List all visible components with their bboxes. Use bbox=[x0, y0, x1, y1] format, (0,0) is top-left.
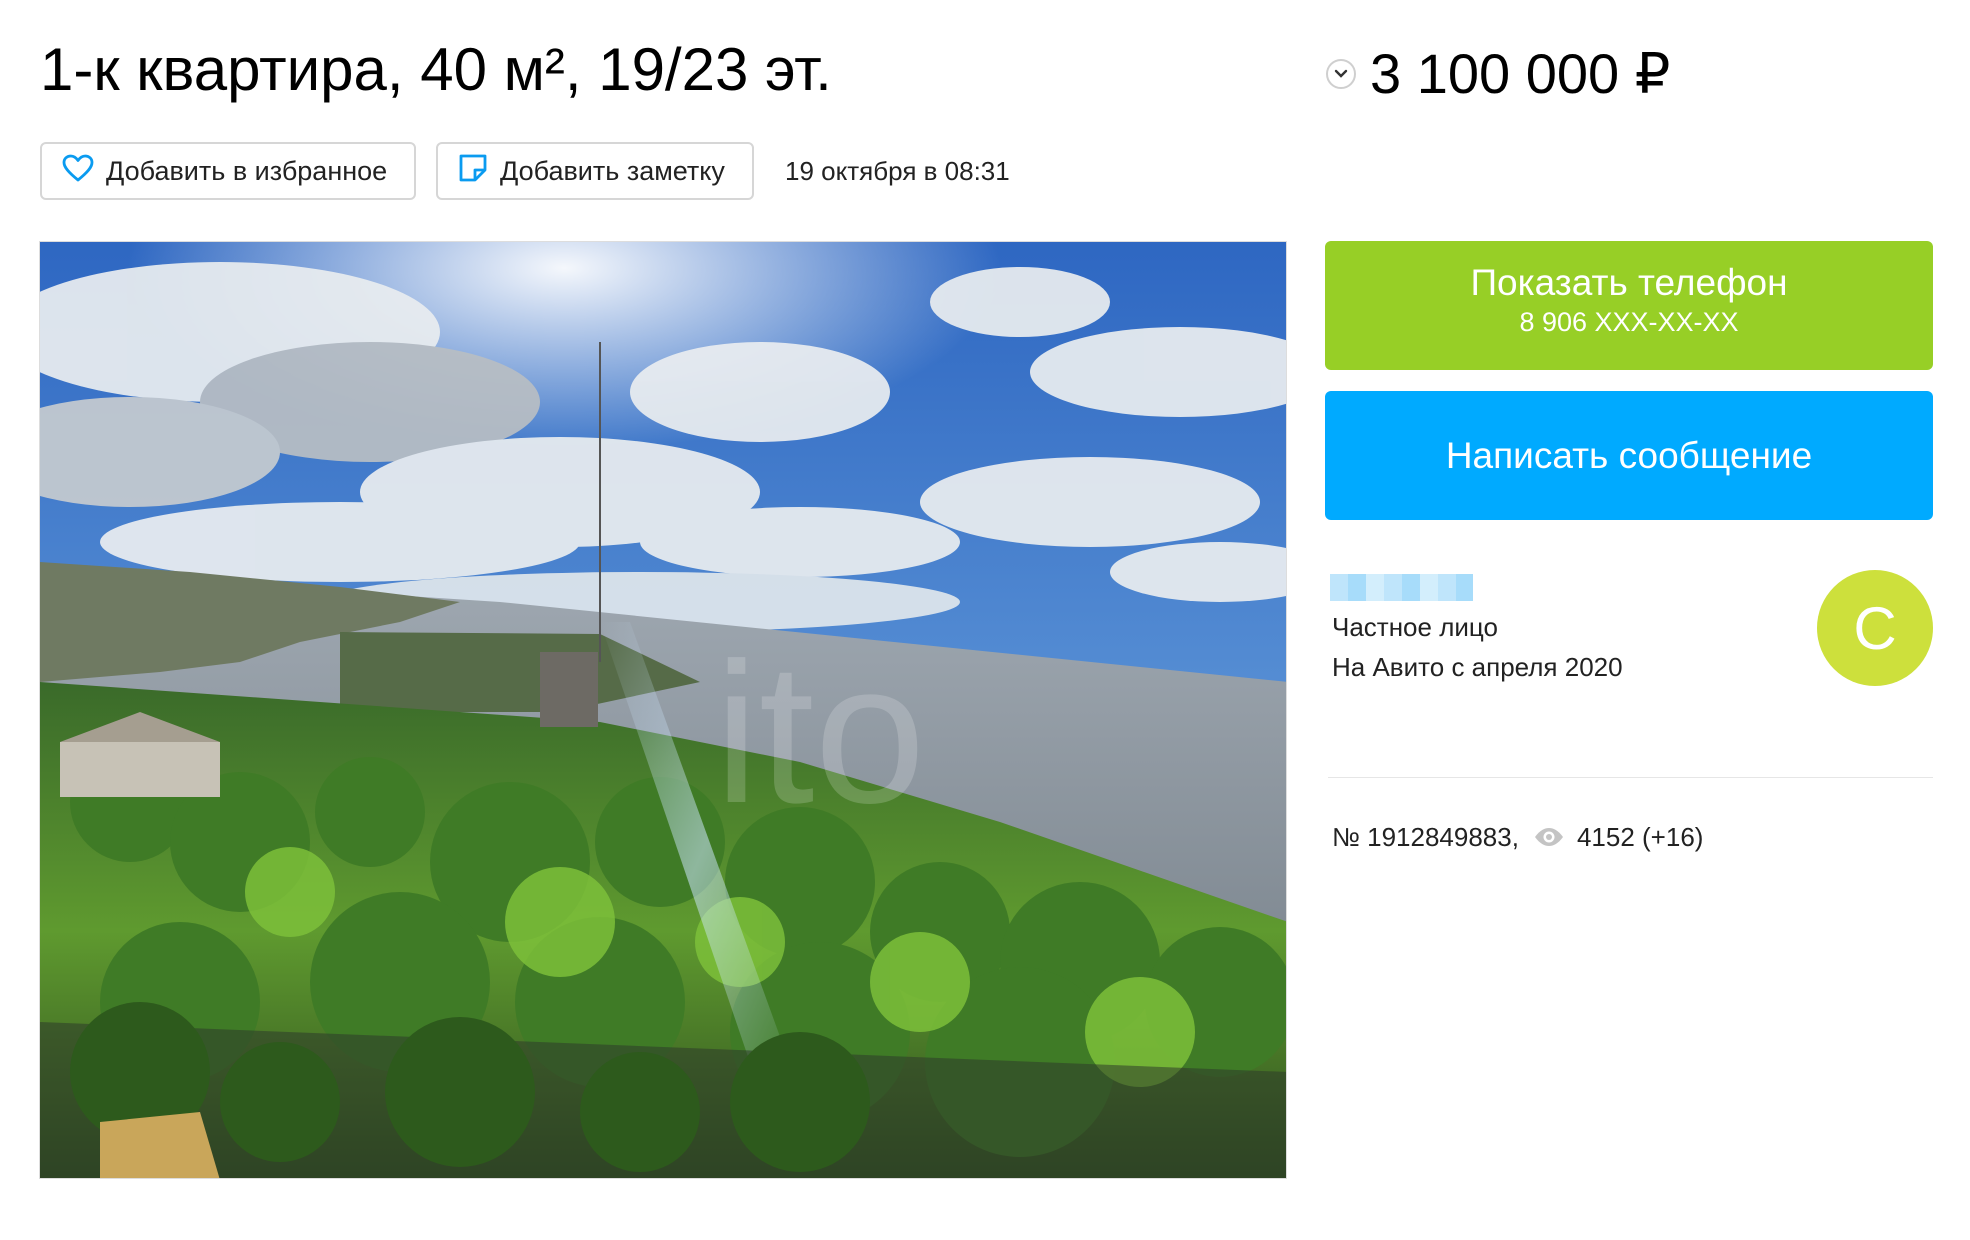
write-message-button[interactable]: Написать сообщение bbox=[1325, 391, 1933, 520]
phone-masked: 8 906 XXX-XX-XX bbox=[1519, 307, 1739, 337]
show-phone-button[interactable]: Показать телефон 8 906 XXX-XX-XX bbox=[1325, 241, 1933, 370]
add-to-favorites-button[interactable]: Добавить в избранное bbox=[40, 142, 416, 200]
note-icon bbox=[458, 153, 488, 190]
listing-meta: № 1912849883, 4152 (+16) bbox=[1332, 820, 1703, 854]
listing-title: 1-к квартира, 40 м², 19/23 эт. bbox=[40, 36, 832, 103]
avatar[interactable]: С bbox=[1817, 570, 1933, 686]
write-message-label: Написать сообщение bbox=[1445, 434, 1813, 476]
chevron-down-icon[interactable] bbox=[1326, 59, 1356, 89]
view-count: 4152 (+16) bbox=[1576, 821, 1704, 852]
add-note-label: Добавить заметку bbox=[500, 155, 725, 186]
svg-text:ito: ito bbox=[714, 622, 925, 845]
price-block: 3 100 000 ₽ bbox=[1326, 36, 1670, 112]
eye-icon bbox=[1533, 827, 1565, 847]
seller-name-link[interactable] bbox=[1330, 574, 1473, 601]
publish-date: 19 октября в 08:31 bbox=[785, 156, 1010, 186]
listing-photo[interactable]: ito bbox=[39, 241, 1287, 1179]
add-to-favorites-label: Добавить в избранное bbox=[106, 155, 388, 186]
seller-type: Частное лицо bbox=[1332, 612, 1498, 642]
show-phone-label: Показать телефон bbox=[1470, 262, 1788, 303]
add-note-button[interactable]: Добавить заметку bbox=[436, 142, 754, 200]
seller-since: На Авито с апреля 2020 bbox=[1332, 652, 1623, 682]
listing-number: № 1912849883, bbox=[1332, 821, 1519, 852]
heart-icon bbox=[62, 154, 94, 189]
price: 3 100 000 ₽ bbox=[1370, 42, 1671, 105]
divider bbox=[1328, 777, 1933, 778]
